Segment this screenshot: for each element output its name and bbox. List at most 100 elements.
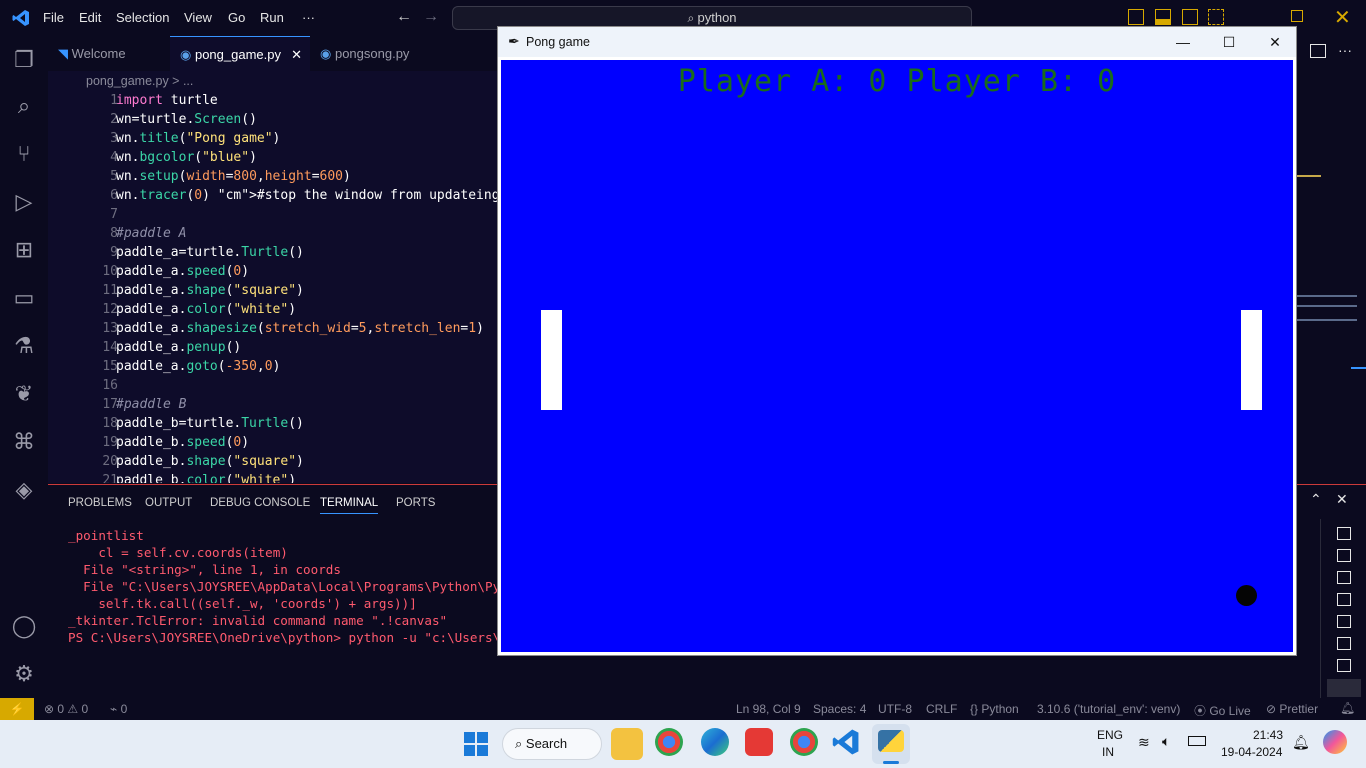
- terminal-output[interactable]: _pointlist cl = self.cv.coords(item) Fil…: [68, 527, 498, 646]
- python-icon[interactable]: ⌘: [10, 428, 38, 456]
- code-line[interactable]: #paddle B: [116, 397, 186, 412]
- python-interpreter[interactable]: 3.10.6 ('tutorial_env': venv): [1037, 702, 1180, 716]
- tab-welcome[interactable]: ◥ Welcome: [48, 36, 170, 71]
- wps-office-icon[interactable]: [745, 728, 773, 756]
- explorer-icon[interactable]: ❐: [10, 46, 38, 74]
- tab-problems[interactable]: PROBLEMS: [68, 497, 132, 509]
- maximize-button[interactable]: ☐: [1206, 27, 1252, 57]
- mongodb-icon[interactable]: ❦: [10, 380, 38, 408]
- more-actions-icon[interactable]: ···: [1338, 42, 1352, 58]
- menu-edit[interactable]: Edit: [79, 10, 101, 25]
- code-line[interactable]: paddle_a.color("white"): [116, 302, 296, 317]
- volume-icon[interactable]: 🔈︎: [1162, 733, 1170, 750]
- menu-view[interactable]: View: [184, 10, 212, 25]
- toggle-secondary-sidebar-icon[interactable]: [1182, 9, 1198, 25]
- edge-icon[interactable]: [701, 728, 729, 756]
- forward-arrow-icon[interactable]: →: [423, 8, 439, 26]
- terminal-instance-icon[interactable]: [1337, 527, 1351, 540]
- menu-run[interactable]: Run: [260, 10, 284, 25]
- toggle-primary-sidebar-icon[interactable]: [1128, 9, 1144, 25]
- code-line[interactable]: paddle_a.shape("square"): [116, 283, 304, 298]
- close-vscode-icon[interactable]: ✕: [1334, 5, 1351, 30]
- menu-more[interactable]: ···: [302, 10, 315, 25]
- extensions-icon[interactable]: ⊞: [10, 236, 38, 264]
- tab-debug-console[interactable]: DEBUG CONSOLE: [210, 497, 310, 509]
- code-line[interactable]: wn.title("Pong game"): [116, 131, 280, 146]
- prettier-button[interactable]: ⊘ Prettier: [1266, 702, 1318, 716]
- database-icon[interactable]: ◈: [10, 476, 38, 504]
- code-line[interactable]: import turtle: [116, 93, 218, 108]
- indentation[interactable]: Spaces: 4: [813, 702, 866, 716]
- back-arrow-icon[interactable]: ←: [396, 8, 412, 26]
- code-line[interactable]: paddle_b.shape("square"): [116, 454, 304, 469]
- testing-icon[interactable]: ⚗: [10, 332, 38, 360]
- minimize-button[interactable]: —: [1160, 27, 1206, 57]
- split-editor-icon[interactable]: [1310, 44, 1326, 58]
- terminal-instance-icon[interactable]: [1337, 659, 1351, 672]
- restore-window-icon[interactable]: [1291, 10, 1303, 22]
- notifications-bell-icon[interactable]: 🔔︎: [1340, 701, 1355, 715]
- cursor-position[interactable]: Ln 98, Col 9: [736, 702, 801, 716]
- code-line[interactable]: paddle_a=turtle.Turtle(): [116, 245, 304, 260]
- code-line[interactable]: wn=turtle.Screen(): [116, 112, 257, 127]
- breadcrumb[interactable]: pong_game.py > ...: [86, 74, 193, 88]
- customize-layout-icon[interactable]: [1208, 9, 1224, 25]
- close-panel-icon[interactable]: ✕: [1336, 491, 1348, 508]
- source-control-icon[interactable]: ⑂: [10, 140, 38, 168]
- clock-date[interactable]: 19-04-2024: [1221, 745, 1282, 759]
- file-explorer-icon[interactable]: [611, 728, 643, 760]
- code-line[interactable]: paddle_a.speed(0): [116, 264, 249, 279]
- copilot-icon[interactable]: [1323, 730, 1347, 754]
- code-line[interactable]: paddle_b.color("white"): [116, 473, 296, 483]
- language-indicator-top[interactable]: ENG: [1097, 728, 1123, 742]
- encoding[interactable]: UTF-8: [878, 702, 912, 716]
- close-tab-icon[interactable]: ✕: [291, 37, 302, 72]
- code-line[interactable]: wn.tracer(0) "cm">#stop the window from …: [116, 188, 500, 203]
- notification-icon[interactable]: 🔔︎: [1292, 734, 1310, 751]
- terminal-instance-icon[interactable]: [1337, 549, 1351, 562]
- python-taskbar-icon[interactable]: [872, 724, 910, 764]
- start-button[interactable]: [464, 732, 488, 756]
- menu-file[interactable]: File: [43, 10, 64, 25]
- code-line[interactable]: #paddle A: [116, 226, 186, 241]
- vscode-taskbar-icon[interactable]: [832, 728, 864, 760]
- code-line[interactable]: paddle_b=turtle.Turtle(): [116, 416, 304, 431]
- code-line[interactable]: wn.setup(width=800,height=600): [116, 169, 351, 184]
- toggle-panel-icon[interactable]: [1155, 9, 1171, 25]
- terminal-instance-icon[interactable]: [1337, 615, 1351, 628]
- tab-pong-game[interactable]: ◉ pong_game.py ✕: [170, 36, 310, 71]
- chrome-profile-icon[interactable]: [790, 728, 818, 756]
- code-line[interactable]: paddle_a.shapesize(stretch_wid=5,stretch…: [116, 321, 484, 336]
- remote-indicator[interactable]: ⚡: [0, 698, 34, 720]
- wifi-icon[interactable]: ≋: [1138, 734, 1150, 751]
- remote-explorer-icon[interactable]: ▭: [10, 284, 38, 312]
- tab-ports[interactable]: PORTS: [396, 497, 435, 509]
- menu-selection[interactable]: Selection: [116, 10, 169, 25]
- go-live-button[interactable]: ⦿ Go Live: [1194, 702, 1251, 719]
- language-indicator-bottom[interactable]: IN: [1102, 745, 1114, 759]
- error-icon[interactable]: ⊗ 0 ⚠ 0: [44, 702, 88, 716]
- clock-time[interactable]: 21:43: [1253, 728, 1283, 742]
- code-line[interactable]: wn.bgcolor("blue"): [116, 150, 257, 165]
- terminal-instance-icon[interactable]: [1337, 593, 1351, 606]
- language-mode[interactable]: {} Python: [970, 702, 1019, 716]
- terminal-instance-icon[interactable]: [1327, 679, 1361, 697]
- account-icon[interactable]: ◯: [10, 612, 38, 640]
- ports-icon[interactable]: ⌁ 0: [110, 702, 127, 716]
- search-icon[interactable]: ⌕: [10, 92, 38, 120]
- tab-output[interactable]: OUTPUT: [145, 497, 192, 509]
- run-debug-icon[interactable]: ▷: [10, 188, 38, 216]
- code-line[interactable]: paddle_a.goto(-350,0): [116, 359, 280, 374]
- close-button[interactable]: ✕: [1252, 27, 1298, 57]
- taskbar-search[interactable]: ⌕ Search: [502, 728, 602, 760]
- code-line[interactable]: paddle_b.speed(0): [116, 435, 249, 450]
- line-ending[interactable]: CRLF: [926, 702, 957, 716]
- maximize-panel-icon[interactable]: ⌃: [1310, 491, 1322, 508]
- tab-terminal[interactable]: TERMINAL: [320, 497, 379, 514]
- terminal-instance-icon[interactable]: [1337, 637, 1351, 650]
- menu-go[interactable]: Go: [228, 10, 245, 25]
- chrome-icon[interactable]: [655, 728, 683, 756]
- tab-pongsong[interactable]: ◉ pongsong.py: [310, 36, 445, 71]
- settings-gear-icon[interactable]: ⚙: [10, 660, 38, 688]
- pong-canvas[interactable]: Player A: 0 Player B: 0: [501, 60, 1293, 652]
